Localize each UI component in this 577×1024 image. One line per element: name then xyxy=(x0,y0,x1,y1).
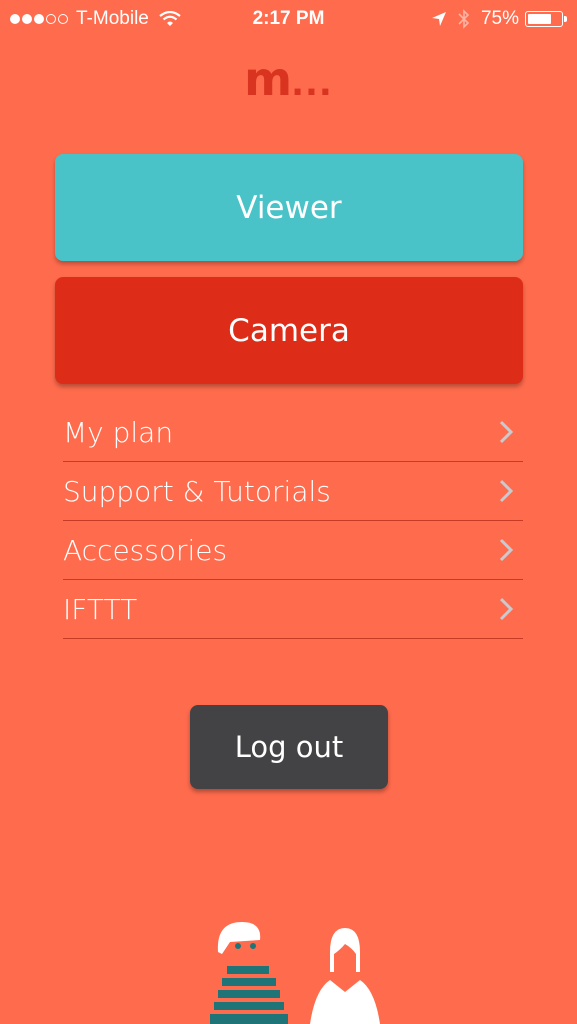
camera-button-label: Camera xyxy=(228,312,350,349)
menu-item-accessories[interactable]: Accessories xyxy=(63,521,523,580)
menu-item-label: IFTTT xyxy=(63,592,138,626)
menu-item-label: My plan xyxy=(63,415,174,449)
chevron-right-icon xyxy=(499,479,514,503)
battery-percent: 75% xyxy=(480,8,519,29)
status-bar: T-Mobile 2:17 PM 75% xyxy=(0,0,577,38)
person-white-icon xyxy=(310,928,380,1024)
logo-letter: m xyxy=(244,52,292,106)
logo-dots: ... xyxy=(291,64,333,104)
chevron-right-icon xyxy=(499,538,514,562)
bluetooth-icon xyxy=(458,9,470,29)
chevron-right-icon xyxy=(499,420,514,444)
status-right: 75% xyxy=(431,8,567,30)
viewer-button-label: Viewer xyxy=(236,189,342,226)
location-arrow-icon xyxy=(431,12,446,26)
menu-item-my-plan[interactable]: My plan xyxy=(63,403,523,462)
person-striped-icon xyxy=(210,922,288,1024)
chevron-right-icon xyxy=(499,597,514,621)
camera-button[interactable]: Camera xyxy=(55,277,523,384)
menu-item-support-tutorials[interactable]: Support & Tutorials xyxy=(63,462,523,521)
menu-item-label: Support & Tutorials xyxy=(63,474,331,508)
battery-tip xyxy=(564,16,567,22)
menu-item-label: Accessories xyxy=(63,533,228,567)
viewer-button[interactable]: Viewer xyxy=(55,154,523,261)
menu-item-ifttt[interactable]: IFTTT xyxy=(63,580,523,639)
app-logo: m... xyxy=(0,52,577,106)
logout-button-label: Log out xyxy=(234,730,344,764)
logout-button[interactable]: Log out xyxy=(190,705,388,789)
battery-fill xyxy=(528,14,551,24)
two-people-illustration xyxy=(210,922,380,1024)
menu-list: My plan Support & Tutorials Accessories … xyxy=(63,403,523,639)
battery-icon xyxy=(525,11,563,27)
